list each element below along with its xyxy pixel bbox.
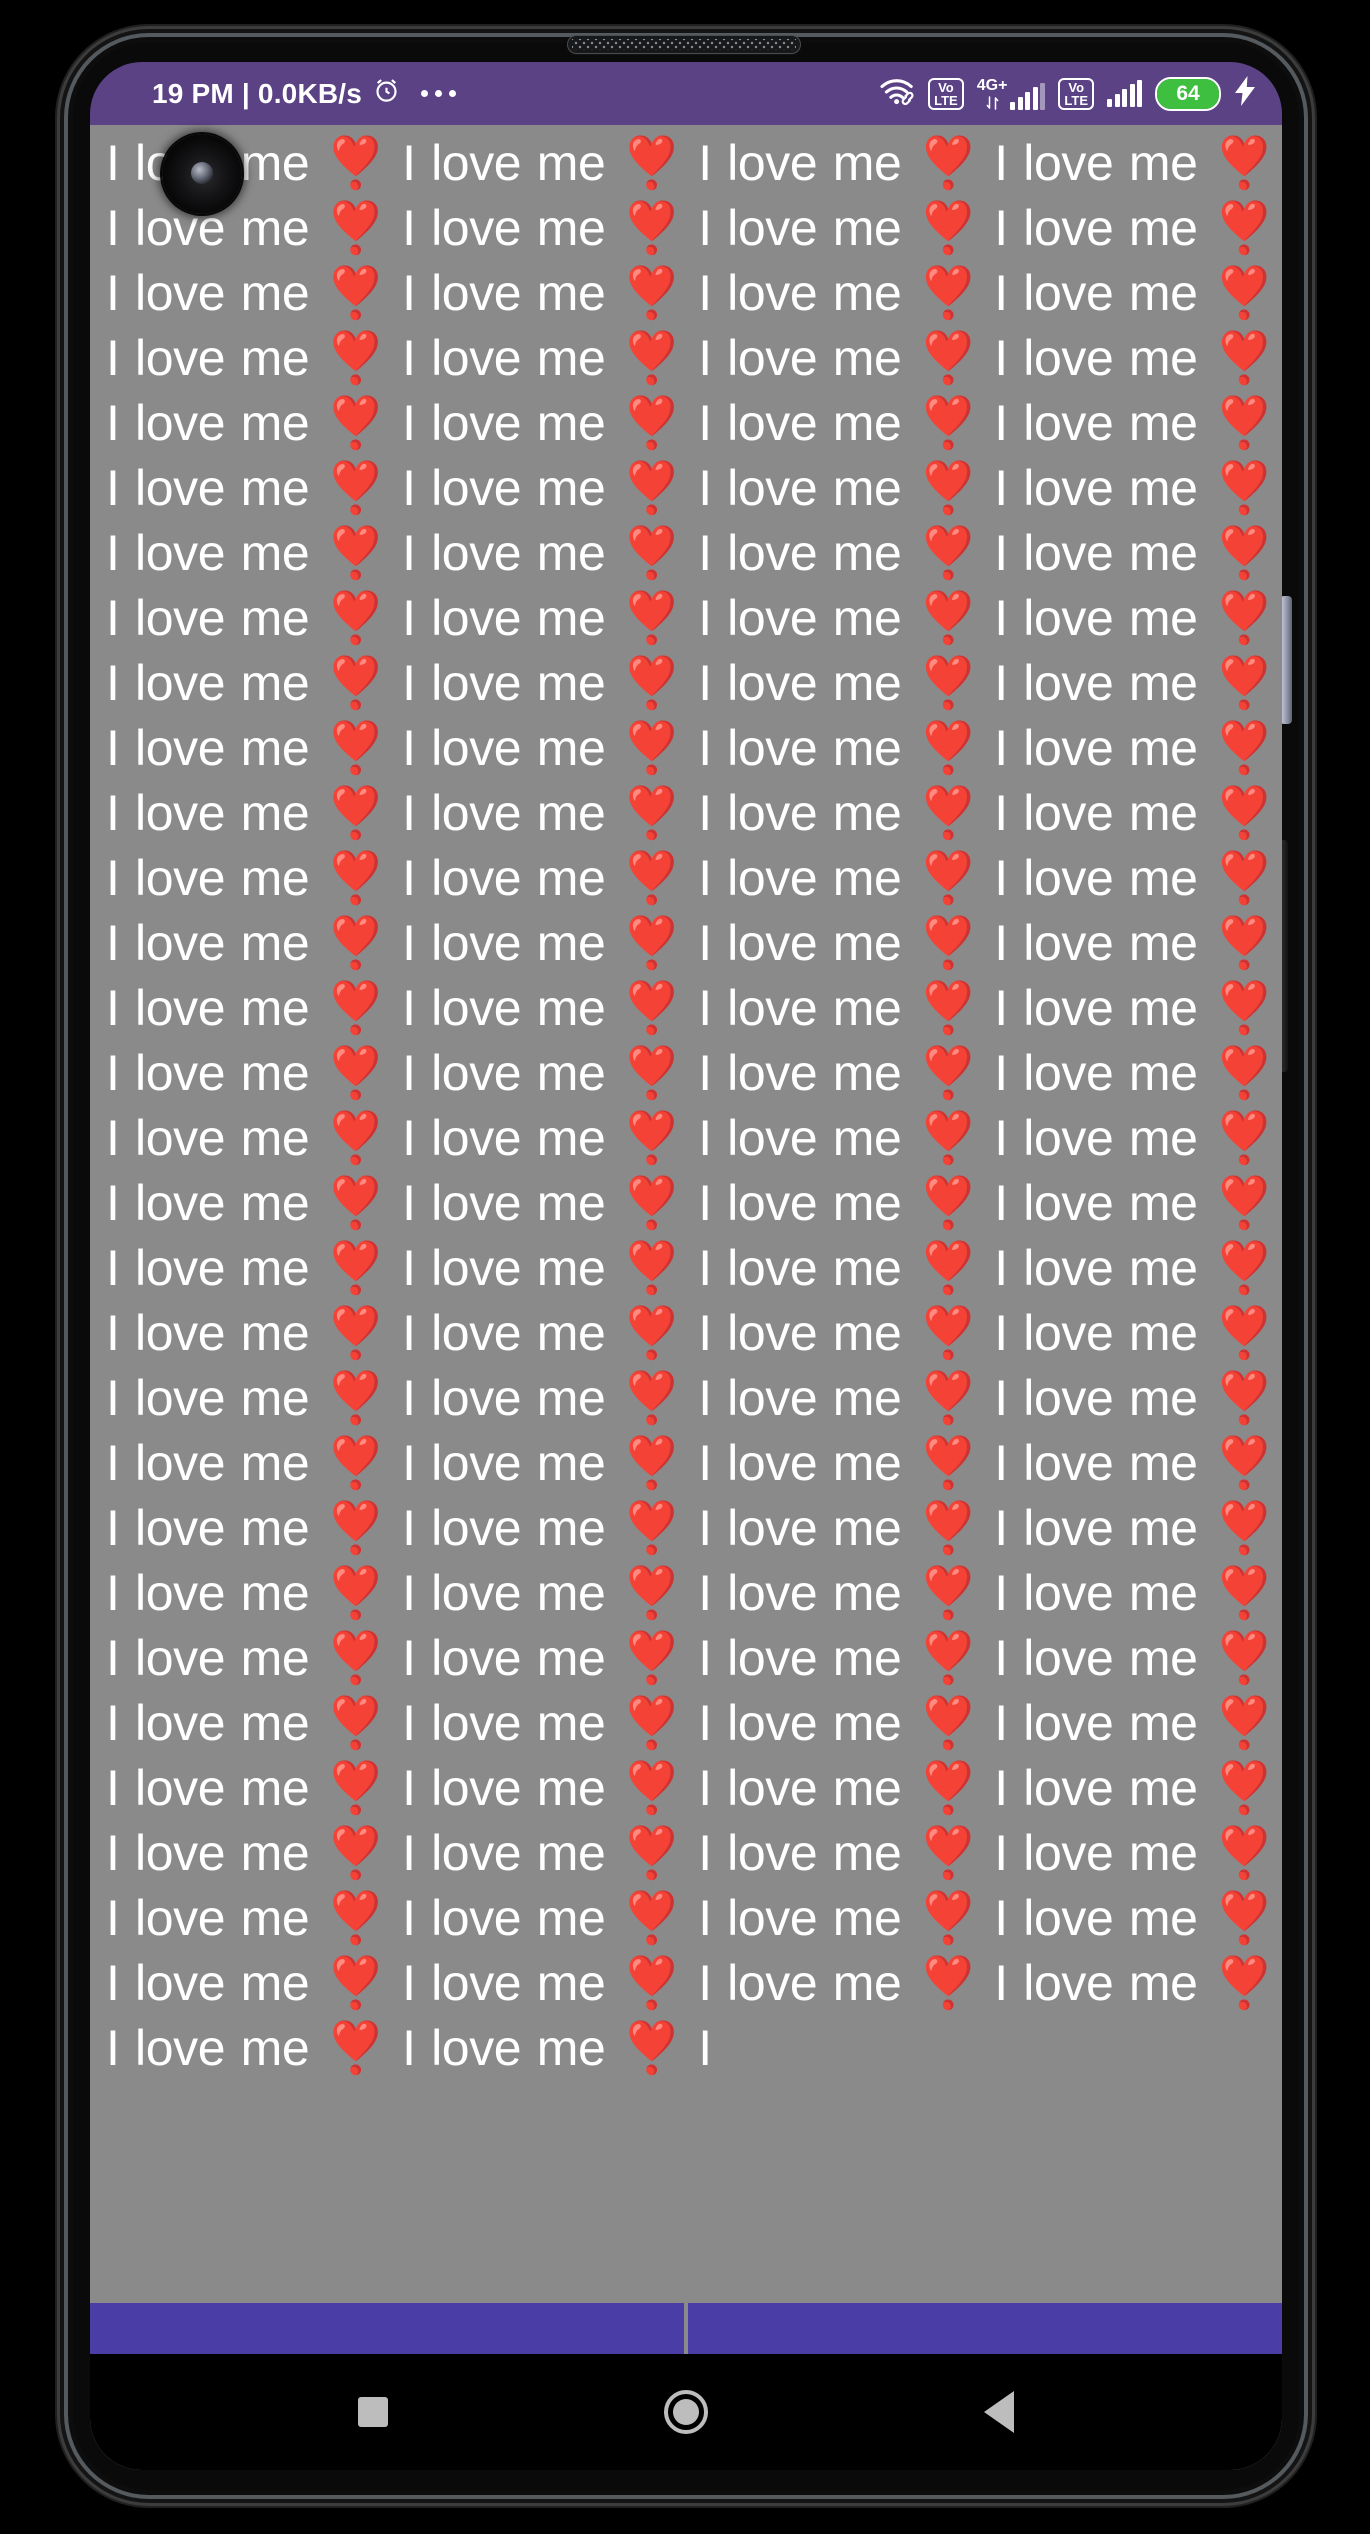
android-navigation-bar <box>90 2354 1282 2470</box>
volte-bottom-text-2: LTE <box>1064 92 1088 108</box>
volte-badge-sim2: Vo LTE <box>1058 77 1094 110</box>
triangle-back-icon[interactable] <box>984 2391 1014 2433</box>
lightning-bolt-icon <box>1234 76 1256 111</box>
network-type-label: 4G+ <box>976 76 1008 94</box>
phone-screen: 19 PM | 0.0KB/s Vo LTE 4G+ Vo LTE 64 I l… <box>90 62 1282 2470</box>
status-bar: 19 PM | 0.0KB/s Vo LTE 4G+ Vo LTE 64 <box>90 62 1282 125</box>
status-bar-right: Vo LTE 4G+ Vo LTE 64 <box>879 76 1282 111</box>
volte-bottom-text: LTE <box>934 92 958 108</box>
battery-level-text: 64 <box>1176 81 1200 105</box>
volte-top-text: Vo <box>938 79 954 95</box>
signal-bars-sim2 <box>1107 79 1142 107</box>
volte-badge-sim1: Vo LTE <box>928 77 964 110</box>
battery-indicator: 64 <box>1155 76 1221 111</box>
signal-group-sim1: 4G+ <box>976 76 1046 110</box>
circle-home-icon[interactable] <box>664 2390 708 2434</box>
square-recents-icon[interactable] <box>358 2397 388 2427</box>
three-dots-icon[interactable] <box>421 90 457 97</box>
app-content: I love me ❣️ I love me ❣️ I love me ❣️ I… <box>90 125 1282 2470</box>
status-bar-left: 19 PM | 0.0KB/s <box>90 77 457 111</box>
love-text-body: I love me ❣️ I love me ❣️ I love me ❣️ I… <box>106 135 1275 2076</box>
earpiece-speaker-grille <box>568 36 800 53</box>
signal-bars-sim1 <box>1010 82 1046 110</box>
phone-device-frame: 19 PM | 0.0KB/s Vo LTE 4G+ Vo LTE 64 I l… <box>0 0 1370 2534</box>
front-camera-punch-hole <box>162 134 242 214</box>
love-text-scroll-area[interactable]: I love me ❣️ I love me ❣️ I love me ❣️ I… <box>90 125 1282 2303</box>
status-time-and-netspeed: 19 PM | 0.0KB/s <box>152 77 363 109</box>
alarm-clock-icon <box>373 77 400 111</box>
wifi-with-link-icon <box>879 76 915 111</box>
volte-top-text-2: Vo <box>1068 79 1085 95</box>
